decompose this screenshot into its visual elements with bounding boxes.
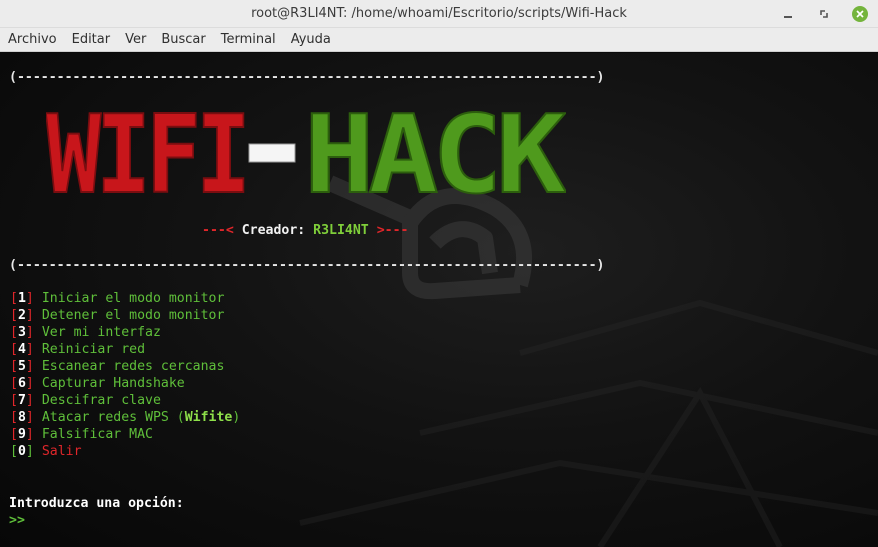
menu-ver[interactable]: Ver [125, 32, 146, 47]
option-0-exit: [0] Salir [10, 444, 82, 459]
menu-editar[interactable]: Editar [72, 32, 111, 47]
option-8: [8] Atacar redes WPS (Wifite) [10, 410, 241, 425]
creator-label: Creador: [241, 223, 314, 238]
menu-terminal[interactable]: Terminal [221, 32, 276, 47]
menu-ayuda[interactable]: Ayuda [291, 32, 331, 47]
option-9: [9] Falsificar MAC [10, 427, 153, 442]
option-3: [3] Ver mi interfaz [10, 325, 161, 340]
option-4: [4] Reiniciar red [10, 342, 146, 357]
input-prompt: Introduzca una opción: [9, 496, 184, 511]
menu-archivo[interactable]: Archivo [8, 32, 57, 47]
option-1: [1] Iniciar el modo monitor [10, 291, 225, 306]
input-arrow[interactable]: >> [9, 513, 25, 528]
option-7: [7] Descifrar clave [10, 393, 161, 408]
creator-name: R3LI4NT [313, 223, 369, 238]
option-2: [2] Detener el modo monitor [10, 308, 225, 323]
terminal-output[interactable]: (---------------------------------------… [0, 53, 878, 547]
option-5: [5] Escanear redes cercanas [10, 359, 225, 374]
banner-wifi-text: WIFI [46, 100, 246, 205]
close-icon[interactable] [850, 4, 870, 24]
window-title: root@R3LI4NT: /home/whoami/Escritorio/sc… [251, 6, 627, 21]
window-titlebar[interactable]: root@R3LI4NT: /home/whoami/Escritorio/sc… [0, 0, 878, 28]
border-bottom: (---------------------------------------… [9, 258, 605, 273]
option-6: [6] Capturar Handshake [10, 376, 185, 391]
banner-dash [248, 143, 296, 163]
banner-hack-text: HACK [304, 100, 566, 205]
maximize-icon[interactable] [814, 4, 834, 24]
creator-suffix: >--- [368, 223, 409, 238]
creator-prefix: ---< [202, 223, 242, 238]
creator-line: ---< Creador: R3LI4NT >--- [202, 223, 408, 238]
minimize-icon[interactable] [778, 4, 798, 24]
menubar: Archivo Editar Ver Buscar Terminal Ayuda [0, 28, 878, 52]
wifi-hack-banner: WIFI HACK [45, 92, 573, 219]
menu-buscar[interactable]: Buscar [161, 32, 205, 47]
border-top: (---------------------------------------… [9, 70, 605, 85]
options-menu: [1] Iniciar el modo monitor [2] Detener … [10, 291, 240, 461]
